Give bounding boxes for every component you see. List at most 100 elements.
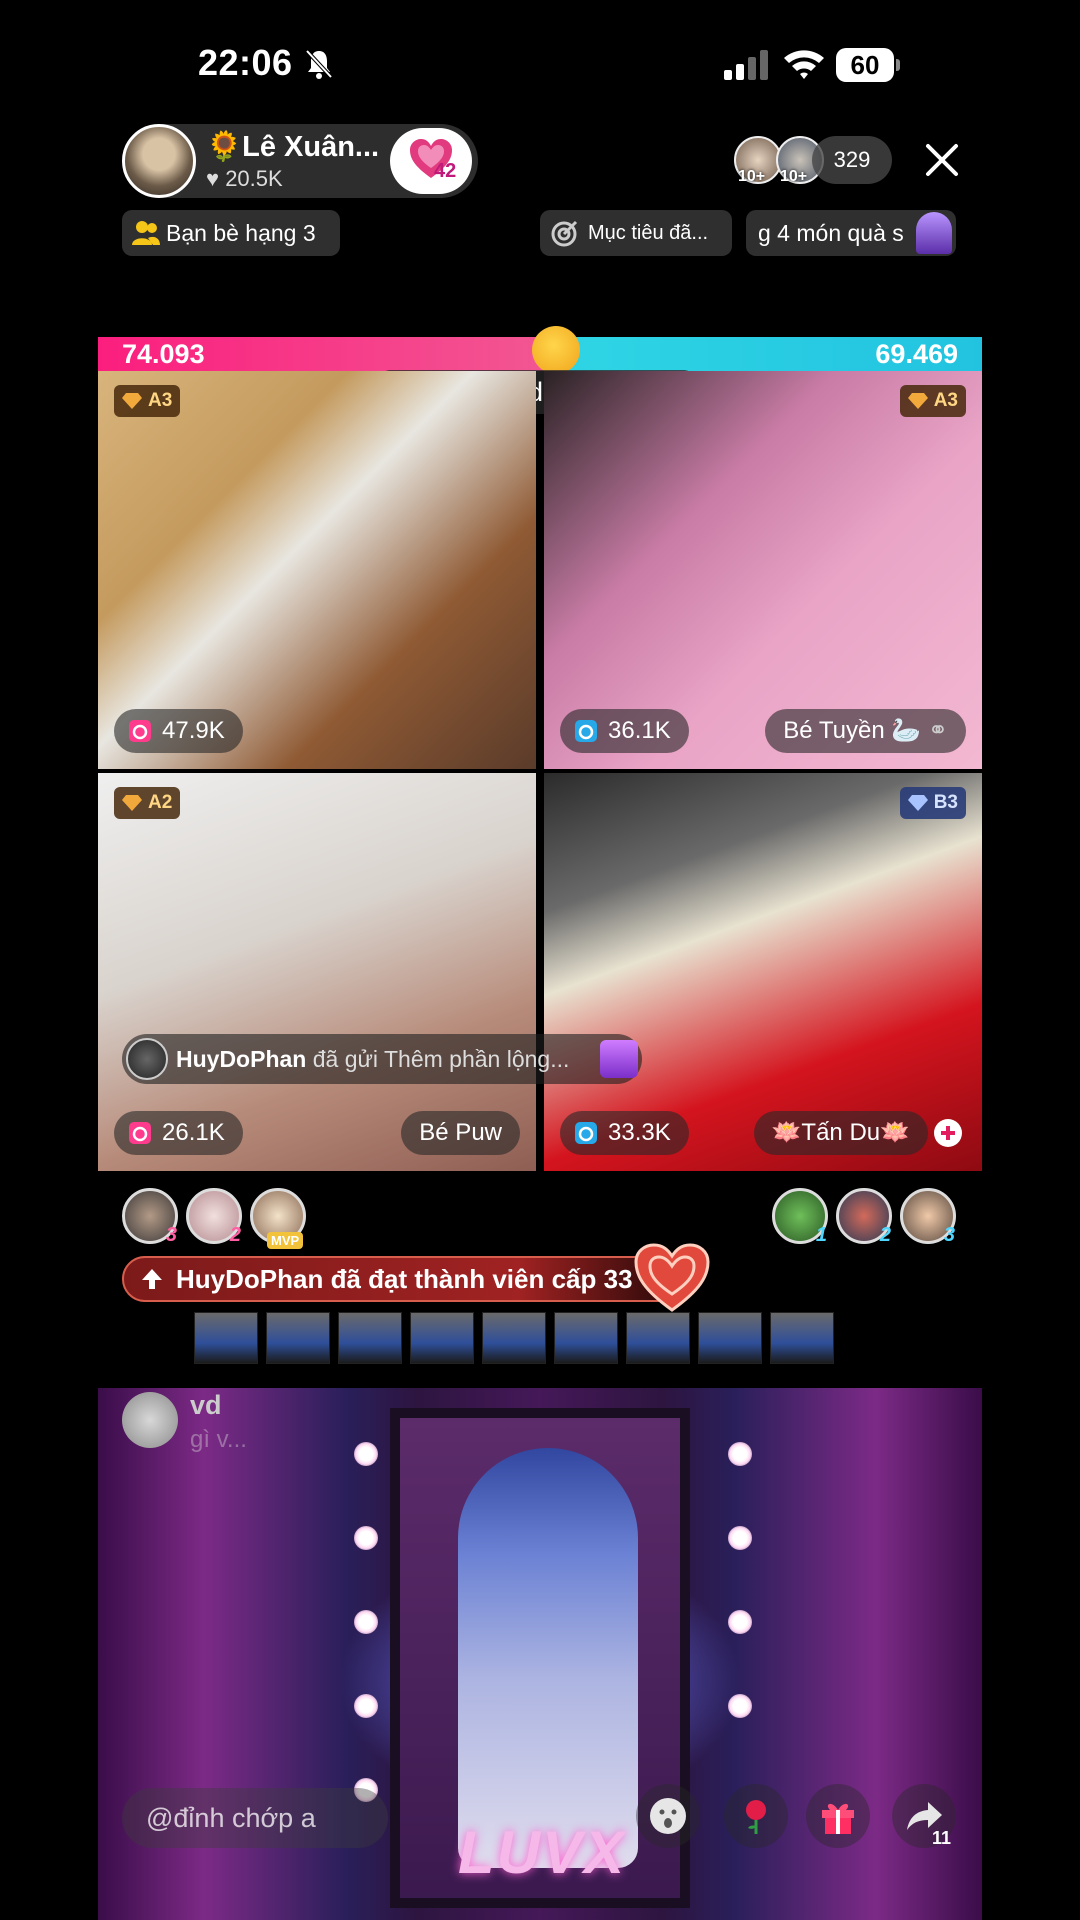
viewer-avatar[interactable]: 10+	[734, 136, 782, 185]
tile-score-chip[interactable]: 36.1K	[560, 709, 689, 753]
replay-thumbnail[interactable]	[698, 1312, 762, 1364]
tile-score: 26.1K	[162, 1119, 225, 1146]
supporter-rank: 3	[943, 1224, 955, 1246]
replay-thumbnail[interactable]	[410, 1312, 474, 1364]
follow-plus-button[interactable]	[934, 1119, 962, 1147]
rose-gift-button[interactable]	[724, 1784, 788, 1848]
mirror-bulb	[354, 1526, 378, 1550]
gift-button[interactable]	[806, 1784, 870, 1848]
replay-thumbnail[interactable]	[770, 1312, 834, 1364]
tile-score-chip[interactable]: 33.3K	[560, 1111, 689, 1155]
streamer-name: Bé Puw	[419, 1119, 502, 1146]
gift-notification: HuyDoPhan đã gửi Thêm phần lộng...	[122, 1034, 642, 1084]
replay-thumbnail[interactable]	[194, 1312, 258, 1364]
right-team-score: 69.469	[875, 339, 958, 369]
supporter-rank: 1	[815, 1224, 827, 1246]
game-logo: LUVX	[458, 1819, 627, 1886]
battery-tip	[896, 59, 900, 71]
gift-notification-text: HuyDoPhan đã gửi Thêm phần lộng...	[176, 1034, 569, 1084]
gifts-label: g 4 món quà s	[758, 220, 904, 246]
chat-user-avatar[interactable]	[122, 1392, 178, 1448]
game-character	[458, 1448, 638, 1868]
replay-thumbnails	[194, 1312, 838, 1364]
viewer-badge: 10+	[738, 168, 766, 185]
arrow-up-icon	[142, 1269, 162, 1289]
replay-thumbnail[interactable]	[266, 1312, 330, 1364]
left-team-bar: 74.093	[98, 337, 558, 371]
battle-tile[interactable]: A3 47.9K	[98, 371, 536, 769]
battle-tile[interactable]: B3 33.3K 🪷Tấn Du🪷	[544, 773, 982, 1171]
diamond-icon	[122, 795, 142, 811]
chat-user-name[interactable]: vd	[190, 1390, 222, 1421]
goal-label: Mục tiêu đã...	[588, 222, 709, 244]
rose-icon	[746, 1800, 766, 1834]
mvp-badge: MVP	[267, 1232, 304, 1249]
viewer-count[interactable]: 329	[812, 136, 892, 184]
link-icon: ⚭	[927, 717, 948, 744]
top-supporter-avatar[interactable]: 3	[900, 1188, 956, 1246]
mirror-bulb	[728, 1526, 752, 1550]
tile-score-chip[interactable]: 26.1K	[114, 1111, 243, 1155]
top-supporter-avatar[interactable]: 3	[122, 1188, 178, 1246]
level-up-banner: HuyDoPhan đã đạt thành viên cấp 33	[122, 1256, 690, 1302]
replay-thumbnail[interactable]	[554, 1312, 618, 1364]
replay-thumbnail[interactable]	[338, 1312, 402, 1364]
wifi-icon	[784, 50, 824, 79]
smiley-icon	[650, 1798, 686, 1834]
close-icon[interactable]	[922, 140, 962, 180]
gift-sender-name: HuyDoPhan	[176, 1046, 307, 1072]
host-info[interactable]: 🌻Lê Xuân... ♥ 20.5K 42	[122, 124, 478, 198]
gift-sender-avatar[interactable]	[126, 1038, 168, 1080]
bell-off-icon	[305, 49, 333, 79]
rank-label: A3	[933, 390, 958, 411]
supporter-rank: 3	[165, 1224, 177, 1246]
gift-icon	[600, 1040, 638, 1078]
tile-score-chip[interactable]: 47.9K	[114, 709, 243, 753]
fan-level-badge[interactable]: 42	[390, 128, 472, 194]
mirror-bulb	[354, 1610, 378, 1634]
rank-badge: A3	[899, 385, 966, 417]
heart-badge-icon	[634, 1243, 710, 1312]
tile-score: 36.1K	[608, 717, 671, 744]
alarm-icon	[575, 1122, 597, 1144]
signal-icon	[724, 50, 768, 80]
replay-thumbnail[interactable]	[482, 1312, 546, 1364]
viewer-badge: 10+	[780, 168, 808, 185]
streamer-name: 🪷Tấn Du🪷	[771, 1119, 910, 1146]
replay-thumbnail[interactable]	[626, 1312, 690, 1364]
streamer-name-chip[interactable]: Bé Tuyền 🦢 ⚭	[765, 709, 966, 753]
top-supporter-avatar[interactable]: 2	[186, 1188, 242, 1246]
host-name: 🌻Lê Xuân...	[206, 131, 380, 163]
emoji-button[interactable]	[636, 1784, 700, 1848]
right-team-bar: 69.469	[558, 337, 982, 371]
mirror-bulb	[354, 1694, 378, 1718]
diamond-icon	[907, 393, 928, 409]
heart-level-number: 42	[434, 160, 457, 182]
portal-icon	[916, 212, 952, 254]
rank-label: A2	[148, 792, 173, 813]
top-supporter-avatar[interactable]: 2	[836, 1188, 892, 1246]
battle-tile[interactable]: A2 26.1K Bé Puw	[98, 773, 536, 1171]
heart-icon: ♥	[206, 166, 220, 191]
diamond-icon	[122, 393, 142, 409]
host-avatar[interactable]	[122, 124, 196, 198]
comment-input[interactable]	[122, 1788, 388, 1848]
tile-score: 33.3K	[608, 1119, 671, 1146]
gifts-chip[interactable]: g 4 món quà s	[746, 210, 956, 256]
battle-tile[interactable]: A3 36.1K Bé Tuyền 🦢 ⚭	[544, 371, 982, 769]
streamer-name-chip[interactable]: 🪷Tấn Du🪷	[753, 1111, 928, 1155]
supporter-rank: 2	[229, 1224, 241, 1246]
mirror-bulb	[728, 1610, 752, 1634]
streamer-name: Bé Tuyền 🦢	[783, 717, 922, 744]
top-supporter-avatar[interactable]: MVP	[250, 1188, 306, 1249]
supporter-rank: 2	[879, 1224, 891, 1246]
goal-chip[interactable]: Mục tiêu đã...	[540, 210, 732, 256]
friends-icon	[132, 221, 160, 245]
level-up-text: HuyDoPhan đã đạt thành viên cấp 33	[176, 1264, 633, 1294]
mirror-bulb	[728, 1442, 752, 1466]
friends-rank-chip[interactable]: Bạn bè hạng 3	[122, 210, 340, 256]
streamer-name-chip[interactable]: Bé Puw	[401, 1111, 520, 1155]
top-supporter-avatar[interactable]: 1	[772, 1188, 828, 1246]
share-count: 11	[932, 1828, 952, 1848]
diamond-icon	[907, 795, 928, 811]
